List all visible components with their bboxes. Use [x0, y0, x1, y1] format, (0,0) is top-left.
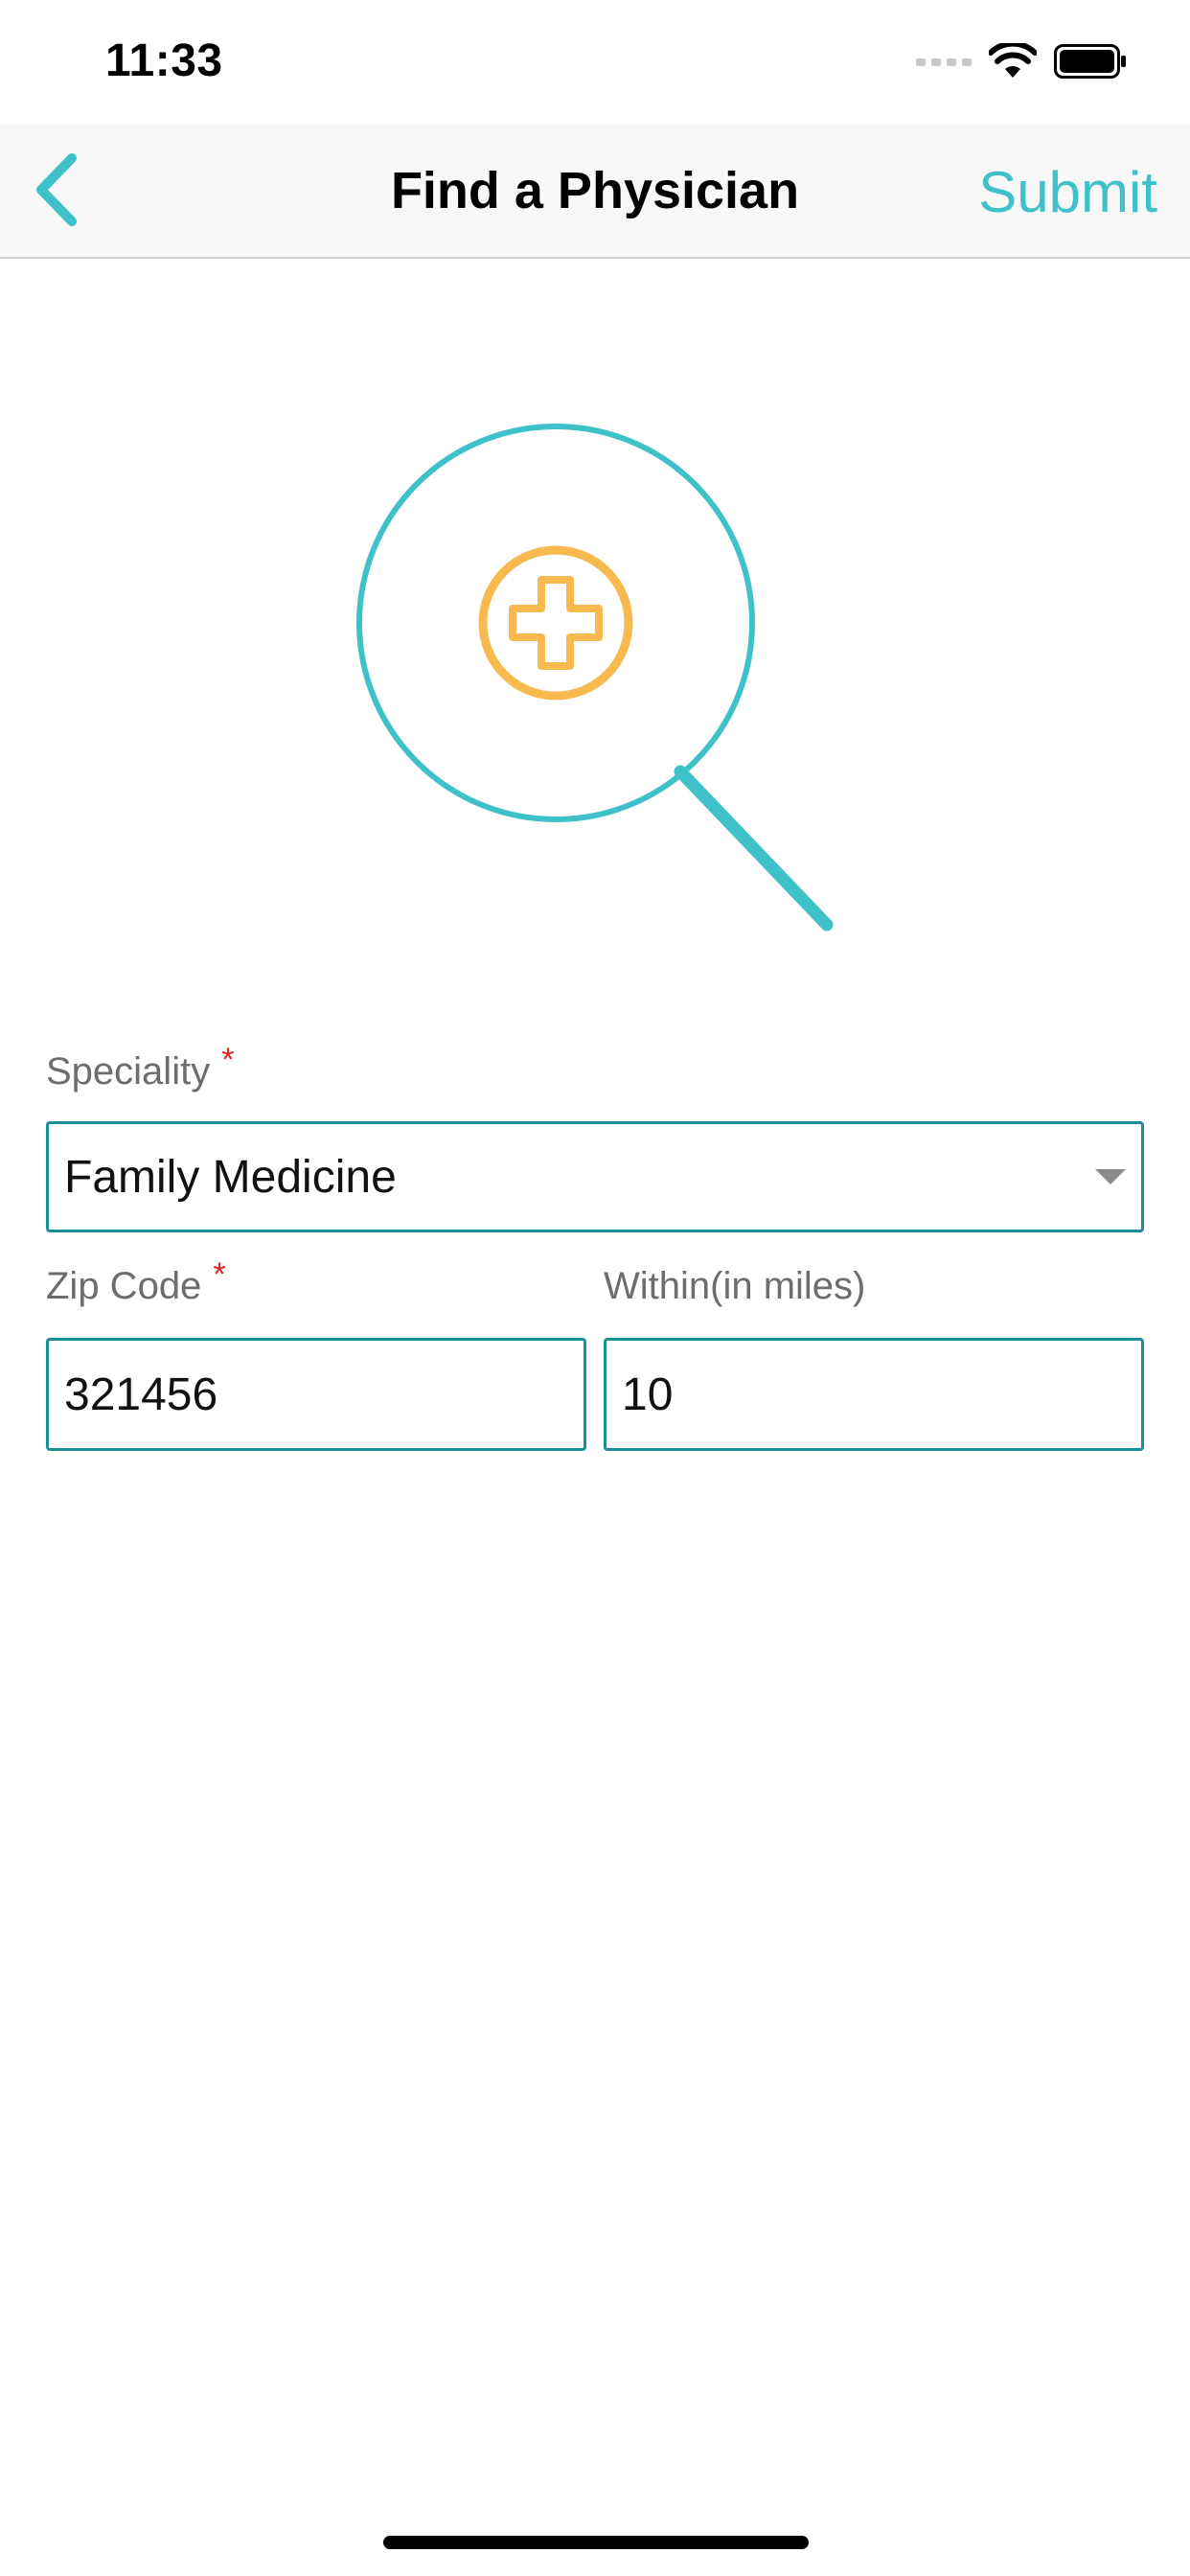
search-illustration [345, 412, 843, 949]
zip-code-value: 321456 [64, 1368, 218, 1420]
speciality-label-text: Speciality [46, 1050, 211, 1092]
required-marker: * [213, 1256, 226, 1293]
status-time: 11:33 [105, 35, 223, 86]
signal-icon [916, 55, 972, 73]
wifi-icon [988, 40, 1038, 84]
within-label: Within(in miles) [604, 1265, 865, 1308]
status-bar: 11:33 [0, 0, 1190, 125]
submit-button[interactable]: Submit [978, 159, 1157, 225]
zip-code-field[interactable]: 321456 [46, 1338, 586, 1451]
within-label-text: Within(in miles) [604, 1265, 866, 1307]
zip-code-label: Zip Code * [46, 1256, 226, 1308]
navigation-bar: Find a Physician Submit [0, 125, 1190, 259]
magnifier-medical-icon [356, 424, 834, 932]
within-miles-field[interactable]: 10 [604, 1338, 1144, 1451]
within-value: 10 [622, 1368, 674, 1420]
speciality-value: Family Medicine [64, 1151, 397, 1203]
dropdown-arrow-icon [1095, 1169, 1126, 1184]
required-marker: * [221, 1042, 235, 1078]
home-indicator[interactable] [383, 2536, 809, 2549]
battery-icon [1054, 43, 1127, 83]
zip-code-label-text: Zip Code [46, 1265, 202, 1307]
speciality-label: Speciality * [46, 1042, 234, 1093]
status-icons [916, 40, 1127, 84]
speciality-select[interactable]: Family Medicine [46, 1121, 1144, 1232]
